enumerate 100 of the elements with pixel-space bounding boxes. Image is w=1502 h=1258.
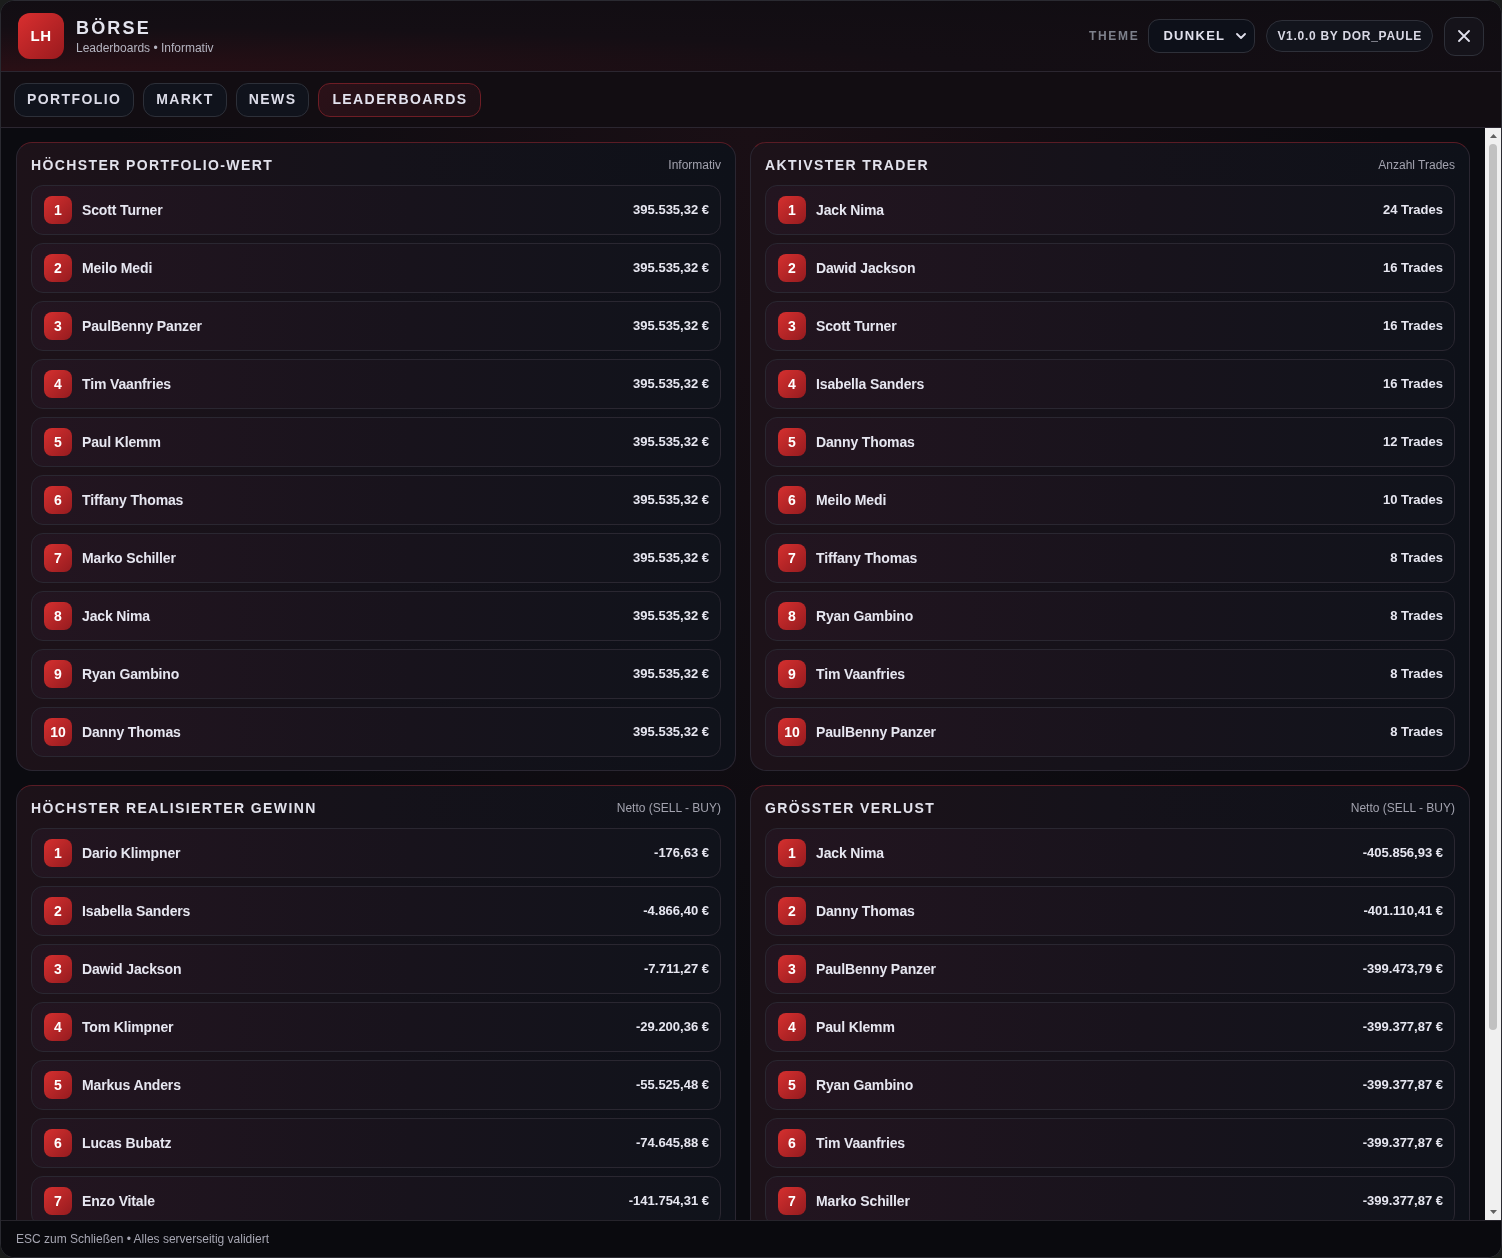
tab[interactable]: PORTFOLIO — [14, 82, 135, 117]
rank-badge: 1 — [44, 839, 72, 867]
rank-badge: 2 — [778, 897, 806, 925]
score-value: 10 Trades — [1383, 491, 1443, 510]
rank-badge: 1 — [44, 196, 72, 224]
player-name: PaulBenny Panzer — [816, 959, 936, 979]
player-name: Danny Thomas — [816, 901, 915, 921]
player-name: Dawid Jackson — [816, 258, 916, 278]
player-name: Tim Vaanfries — [816, 664, 905, 684]
player-name: Ryan Gambino — [816, 606, 914, 626]
tab[interactable]: LEADERBOARDS — [318, 82, 482, 117]
player-name: Tiffany Thomas — [816, 548, 918, 568]
score-value: 395.535,32 € — [633, 259, 709, 278]
player-name: Tim Vaanfries — [816, 1133, 905, 1153]
app-title: BÖRSE — [76, 16, 152, 39]
card-title: HÖCHSTER REALISIERTER GEWINN — [31, 798, 317, 818]
player-name: Markus Anders — [82, 1075, 181, 1095]
rank-badge: 1 — [778, 196, 806, 224]
rank-badge: 2 — [44, 254, 72, 282]
player-name: Ryan Gambino — [82, 664, 180, 684]
card-title: AKTIVSTER TRADER — [765, 155, 929, 175]
rank-badge: 9 — [44, 660, 72, 688]
rank-badge: 1 — [778, 839, 806, 867]
player-name: Tim Vaanfries — [82, 374, 171, 394]
rank-badge: 3 — [44, 312, 72, 340]
score-value: 395.535,32 € — [633, 375, 709, 394]
score-value: -176,63 € — [654, 844, 709, 863]
card-hint: Anzahl Trades — [1378, 157, 1455, 174]
score-value: 8 Trades — [1390, 723, 1443, 742]
player-name: PaulBenny Panzer — [82, 316, 202, 336]
player-name: Jack Nima — [816, 200, 884, 220]
player-name: Lucas Bubatz — [82, 1133, 172, 1153]
player-name: Paul Klemm — [82, 432, 161, 452]
rank-badge: 4 — [44, 1013, 72, 1041]
score-value: 395.535,32 € — [633, 549, 709, 568]
close-icon — [1458, 30, 1470, 42]
rank-badge: 3 — [44, 955, 72, 983]
rank-badge: 6 — [44, 1129, 72, 1157]
score-value: -399.377,87 € — [1362, 1192, 1443, 1211]
player-name: Ryan Gambino — [816, 1075, 914, 1095]
player-name: Paul Klemm — [816, 1017, 895, 1037]
player-name: Danny Thomas — [82, 722, 181, 742]
score-value: 8 Trades — [1390, 607, 1443, 626]
player-name: Tiffany Thomas — [82, 490, 184, 510]
rank-badge: 4 — [778, 370, 806, 398]
rank-badge: 5 — [778, 1071, 806, 1099]
score-value: 395.535,32 € — [633, 491, 709, 510]
logo-tile: LH — [18, 13, 64, 59]
tab[interactable]: MARKT — [143, 82, 227, 117]
player-name: Dawid Jackson — [82, 959, 182, 979]
score-value: -4.866,40 € — [643, 902, 709, 921]
card-hint: Netto (SELL - BUY) — [616, 800, 721, 817]
player-name: Danny Thomas — [816, 432, 915, 452]
score-value: 8 Trades — [1390, 549, 1443, 568]
player-name: Meilo Medi — [816, 490, 887, 510]
rank-badge: 6 — [778, 486, 806, 514]
version-badge: V1.0.0 BY DOR_PAULE — [1266, 20, 1433, 52]
scroll-down-icon[interactable] — [1489, 1210, 1497, 1214]
player-name: Tom Klimpner — [82, 1017, 174, 1037]
scroll-up-icon[interactable] — [1489, 134, 1497, 138]
rank-badge: 8 — [44, 602, 72, 630]
score-value: 395.535,32 € — [633, 201, 709, 220]
theme-label: THEME — [1088, 28, 1140, 45]
player-name: PaulBenny Panzer — [816, 722, 936, 742]
player-name: Dario Klimpner — [82, 843, 181, 863]
tab[interactable]: NEWS — [235, 82, 310, 117]
card-title: HÖCHSTER PORTFOLIO-WERT — [31, 155, 274, 175]
score-value: -399.377,87 € — [1362, 1134, 1443, 1153]
score-value: -55.525,48 € — [636, 1076, 709, 1095]
card-title: GRÖSSTER VERLUST — [765, 798, 936, 818]
rank-badge: 2 — [44, 897, 72, 925]
card-hint: Netto (SELL - BUY) — [1350, 800, 1455, 817]
score-value: -141.754,31 € — [628, 1192, 709, 1211]
player-name: Marko Schiller — [816, 1191, 910, 1211]
app-subtitle: Leaderboards • Informativ — [76, 39, 214, 56]
score-value: -29.200,36 € — [636, 1018, 709, 1037]
chevron-down-icon — [1236, 33, 1247, 39]
player-name: Scott Turner — [82, 200, 163, 220]
rank-badge: 7 — [778, 1187, 806, 1215]
rank-badge: 3 — [778, 312, 806, 340]
score-value: -405.856,93 € — [1362, 844, 1443, 863]
rank-badge: 9 — [778, 660, 806, 688]
close-button[interactable] — [1444, 16, 1484, 56]
player-name: Jack Nima — [82, 606, 150, 626]
player-name: Jack Nima — [816, 843, 884, 863]
rank-badge: 5 — [778, 428, 806, 456]
rank-badge: 7 — [44, 544, 72, 572]
status-text: ESC zum Schließen • Alles serverseitig validiert — [16, 1231, 269, 1248]
score-value: 24 Trades — [1383, 201, 1443, 220]
score-value: 395.535,32 € — [633, 607, 709, 626]
score-value: -399.473,79 € — [1362, 960, 1443, 979]
theme-select[interactable]: DUNKEL — [1148, 19, 1256, 53]
rank-badge: 10 — [44, 718, 72, 746]
score-value: -401.110,41 € — [1363, 902, 1443, 921]
scrollbar-thumb[interactable] — [1489, 144, 1497, 1030]
rank-badge: 3 — [778, 955, 806, 983]
rank-badge: 5 — [44, 428, 72, 456]
card-hint: Informativ — [668, 157, 721, 174]
rank-badge: 4 — [778, 1013, 806, 1041]
score-value: -7.711,27 € — [643, 960, 709, 979]
